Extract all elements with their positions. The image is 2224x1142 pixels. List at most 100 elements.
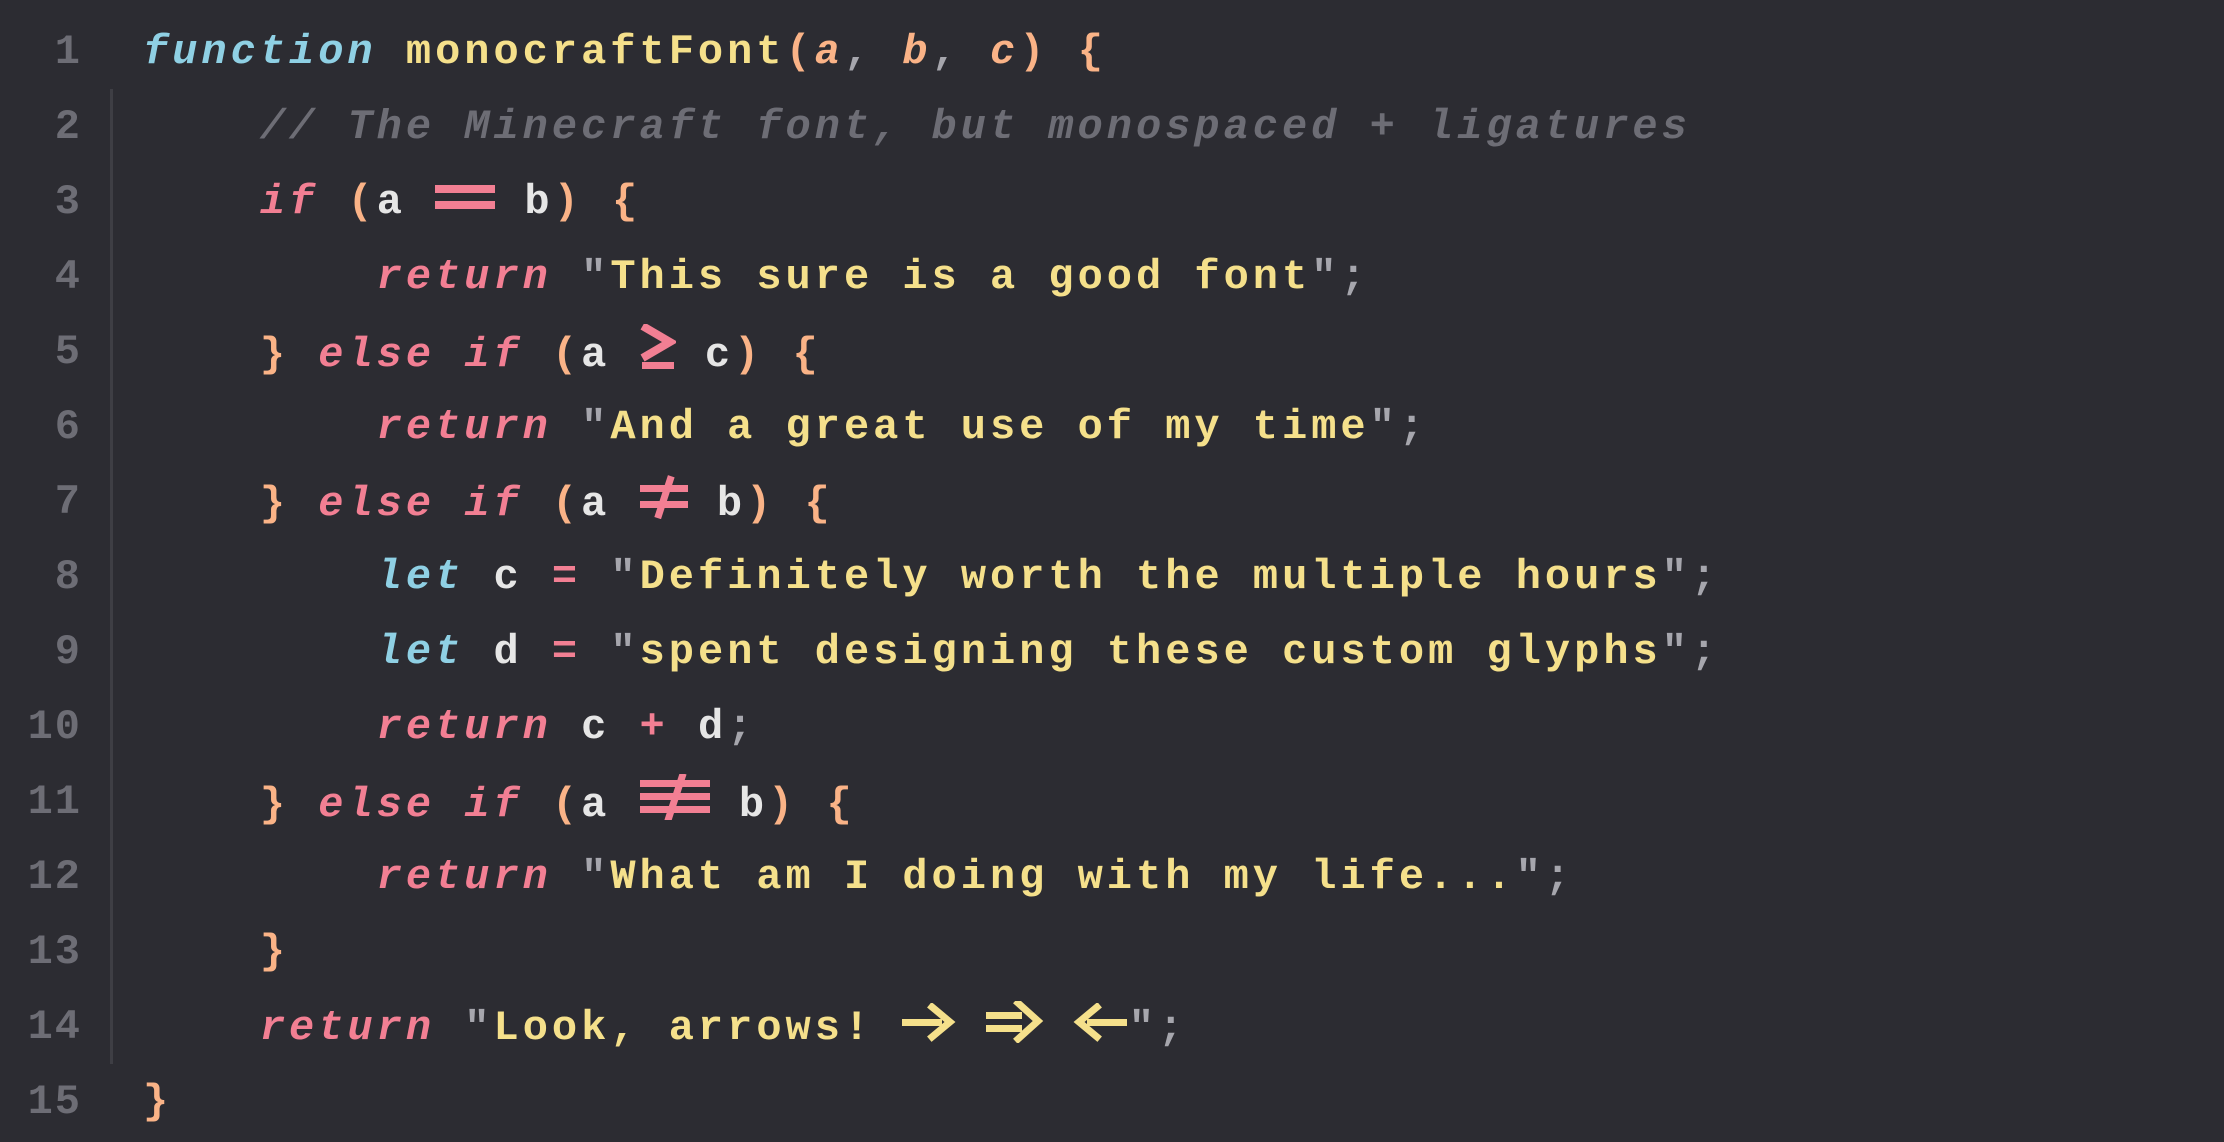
string-space xyxy=(956,1004,985,1052)
param-b: b xyxy=(902,28,931,76)
paren-close: ) xyxy=(734,331,763,379)
line-number: 15 xyxy=(0,1078,110,1126)
code-line[interactable]: 11 } else if (a b) { xyxy=(0,764,2224,839)
code-line[interactable]: 12 return "What am I doing with my life.… xyxy=(0,839,2224,914)
keyword-return: return xyxy=(377,703,552,751)
semicolon: ; xyxy=(1340,253,1369,301)
paren-open: ( xyxy=(552,331,581,379)
quote: " xyxy=(1370,403,1399,451)
code-content: if (a b) { xyxy=(113,177,641,226)
keyword-let: let xyxy=(377,553,465,601)
quote: " xyxy=(610,553,639,601)
ligature-nee-icon xyxy=(640,774,710,820)
code-line[interactable]: 9 let d = "spent designing these custom … xyxy=(0,614,2224,689)
semicolon: ; xyxy=(1691,553,1720,601)
keyword-return: return xyxy=(377,253,552,301)
keyword-else: else xyxy=(318,480,435,528)
code-content: return "And a great use of my time"; xyxy=(113,403,1428,451)
ligature-arrow-icon xyxy=(902,1003,956,1043)
quote: " xyxy=(1129,1004,1158,1052)
line-number: 6 xyxy=(0,403,110,451)
paren-close: ) xyxy=(554,178,583,226)
identifier-c: c xyxy=(581,703,610,751)
semicolon: ; xyxy=(727,703,756,751)
line-number: 14 xyxy=(0,1003,110,1051)
brace-open: { xyxy=(1078,28,1107,76)
paren-open: ( xyxy=(552,480,581,528)
quote: " xyxy=(581,253,610,301)
code-line[interactable]: 7 } else if (a b) { xyxy=(0,464,2224,539)
code-line[interactable]: 4 return "This sure is a good font"; xyxy=(0,239,2224,314)
brace-open: { xyxy=(804,480,833,528)
code-line[interactable]: 2 // The Minecraft font, but monospaced … xyxy=(0,89,2224,164)
keyword-return: return xyxy=(377,403,552,451)
brace-close: } xyxy=(260,928,289,976)
string-literal: spent designing these custom glyphs xyxy=(640,628,1662,676)
code-content: // The Minecraft font, but monospaced + … xyxy=(113,103,1691,151)
param-c: c xyxy=(990,28,1019,76)
quote: " xyxy=(1662,553,1691,601)
code-content: return "Look, arrows! "; xyxy=(113,1001,1187,1052)
comment: // The Minecraft font, but monospaced + … xyxy=(260,103,1691,151)
semicolon: ; xyxy=(1399,403,1428,451)
comma: , xyxy=(844,28,873,76)
code-line[interactable]: 3 if (a b) { xyxy=(0,164,2224,239)
string-literal: What am I doing with my life... xyxy=(610,853,1515,901)
code-line[interactable]: 5 } else if (a c) { xyxy=(0,314,2224,389)
code-content: return c + d; xyxy=(113,703,756,751)
string-literal: Definitely worth the multiple hours xyxy=(640,553,1662,601)
ligature-ne-icon xyxy=(640,475,688,519)
paren-open: ( xyxy=(347,178,376,226)
line-number: 5 xyxy=(0,328,110,376)
ligature-ge-icon xyxy=(640,324,676,370)
line-number: 3 xyxy=(0,178,110,226)
paren-close: ) xyxy=(768,781,797,829)
keyword-if: if xyxy=(464,480,522,528)
code-line[interactable]: 10 return c + d; xyxy=(0,689,2224,764)
keyword-if: if xyxy=(260,178,318,226)
quote: " xyxy=(1311,253,1340,301)
quote: " xyxy=(1516,853,1545,901)
brace-close: } xyxy=(260,331,289,379)
code-content: return "What am I doing with my life..."… xyxy=(113,853,1574,901)
code-content: } else if (a b) { xyxy=(113,475,834,528)
code-line[interactable]: 14 return "Look, arrows! "; xyxy=(0,989,2224,1064)
string-space xyxy=(1044,1004,1073,1052)
identifier-a: a xyxy=(581,781,610,829)
line-number: 12 xyxy=(0,853,110,901)
quote: " xyxy=(610,628,639,676)
operator-assign: = xyxy=(552,628,581,676)
line-number: 7 xyxy=(0,478,110,526)
identifier-b: b xyxy=(717,480,746,528)
quote: " xyxy=(464,1004,493,1052)
code-line[interactable]: 13 } xyxy=(0,914,2224,989)
comma: , xyxy=(932,28,961,76)
line-number: 13 xyxy=(0,928,110,976)
code-content: let d = "spent designing these custom gl… xyxy=(113,628,1720,676)
string-literal: This sure is a good font xyxy=(610,253,1311,301)
paren-open: ( xyxy=(552,781,581,829)
keyword-return: return xyxy=(260,1004,435,1052)
code-content: } xyxy=(113,928,289,976)
paren-open: ( xyxy=(786,28,815,76)
brace-close: } xyxy=(260,781,289,829)
param-a: a xyxy=(815,28,844,76)
keyword-function: function xyxy=(143,28,377,76)
line-number: 8 xyxy=(0,553,110,601)
identifier-d: d xyxy=(493,628,522,676)
line-number: 9 xyxy=(0,628,110,676)
ligature-eqeq-icon xyxy=(435,177,495,217)
line-number: 1 xyxy=(0,28,110,76)
code-line[interactable]: 8 let c = "Definitely worth the multiple… xyxy=(0,539,2224,614)
brace-open: { xyxy=(826,781,855,829)
code-editor[interactable]: 1 function monocraftFont(a, b, c) { 2 //… xyxy=(0,0,2224,1142)
operator-assign: = xyxy=(552,553,581,601)
keyword-return: return xyxy=(377,853,552,901)
code-line[interactable]: 6 return "And a great use of my time"; xyxy=(0,389,2224,464)
brace-open: { xyxy=(792,331,821,379)
code-line[interactable]: 1 function monocraftFont(a, b, c) { xyxy=(0,14,2224,89)
code-line[interactable]: 15 } xyxy=(0,1064,2224,1139)
brace-open: { xyxy=(612,178,641,226)
identifier-c: c xyxy=(493,553,522,601)
string-literal: And a great use of my time xyxy=(610,403,1369,451)
